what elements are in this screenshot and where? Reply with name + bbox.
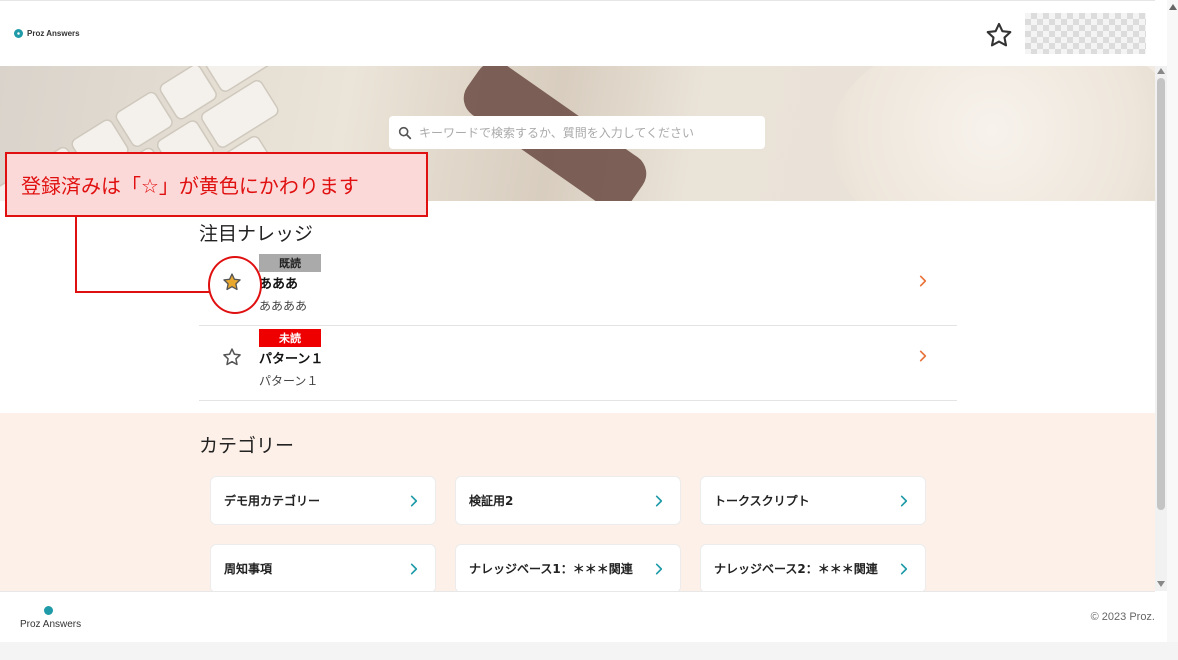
search-bar[interactable] — [389, 116, 765, 149]
category-label: デモ用カテゴリー — [224, 494, 321, 508]
chevron-right-icon — [655, 563, 663, 575]
category-card[interactable]: 検証用2 — [455, 476, 681, 525]
footer-logo-text: Proz Answers — [20, 619, 82, 630]
window-scrollbar[interactable] — [1167, 0, 1178, 660]
logo-text: Proz Answers — [27, 29, 80, 38]
knowledge-item-subtitle: パターン１ — [259, 374, 319, 388]
header-star-icon[interactable] — [985, 21, 1013, 49]
header: Proz Answers — [0, 0, 1155, 66]
read-badge: 既読 — [259, 254, 321, 272]
category-card[interactable]: ナレッジベース1：＊＊＊関連 — [455, 544, 681, 593]
chevron-right-icon — [410, 495, 418, 507]
chevron-right-icon[interactable] — [916, 274, 930, 288]
annotation-leader-line — [75, 217, 77, 293]
user-avatar[interactable] — [1025, 13, 1146, 54]
chevron-right-icon — [900, 495, 908, 507]
category-label: ナレッジベース2：＊＊＊関連 — [714, 562, 878, 576]
footer-logo-icon[interactable] — [44, 606, 53, 615]
hero-cup-shape — [830, 66, 1155, 201]
category-label: ナレッジベース1：＊＊＊関連 — [469, 562, 633, 576]
scroll-up-icon[interactable] — [1157, 68, 1165, 74]
search-input[interactable] — [419, 125, 749, 140]
chevron-right-icon[interactable] — [916, 349, 930, 363]
category-card[interactable]: ナレッジベース2：＊＊＊関連 — [700, 544, 926, 593]
search-icon[interactable] — [397, 125, 413, 141]
category-card[interactable]: デモ用カテゴリー — [210, 476, 436, 525]
knowledge-item-title: パターン１ — [259, 352, 324, 367]
logo-icon — [14, 29, 23, 38]
bottom-bar — [0, 642, 1178, 660]
chevron-right-icon — [655, 495, 663, 507]
category-label: トークスクリプト — [714, 494, 810, 508]
knowledge-item-title: あああ — [259, 277, 299, 292]
scrollbar-thumb[interactable] — [1157, 78, 1165, 510]
annotation-leader-line — [75, 291, 209, 293]
knowledge-section-title: 注目ナレッジ — [199, 223, 314, 245]
category-card[interactable]: トークスクリプト — [700, 476, 926, 525]
unread-badge: 未読 — [259, 329, 321, 347]
chevron-right-icon — [900, 563, 908, 575]
category-section: カテゴリー デモ用カテゴリー 検証用2 トークスクリプト 周知事項 ナレッジベー… — [0, 413, 1155, 593]
knowledge-item-subtitle: ああああ — [259, 299, 308, 313]
window-scroll-up-icon[interactable] — [1169, 4, 1177, 10]
annotation-circle — [208, 256, 262, 314]
category-card[interactable]: 周知事項 — [210, 544, 436, 593]
chevron-right-icon — [410, 563, 418, 575]
footer: Proz Answers © 2023 Proz. — [0, 591, 1155, 642]
star-outline-icon[interactable] — [222, 347, 242, 367]
scroll-down-icon[interactable] — [1157, 581, 1165, 587]
logo[interactable]: Proz Answers — [14, 29, 80, 38]
knowledge-item[interactable]: 既読 あああ ああああ — [199, 251, 957, 326]
category-section-title: カテゴリー — [199, 435, 295, 457]
annotation-callout: 登録済みは「☆」が黄色にかわります — [5, 152, 428, 217]
category-label: 検証用2 — [469, 494, 514, 508]
category-label: 周知事項 — [224, 562, 273, 576]
knowledge-item[interactable]: 未読 パターン１ パターン１ — [199, 326, 957, 401]
annotation-text: 登録済みは「☆」が黄色にかわります — [21, 174, 359, 198]
copyright: © 2023 Proz. — [1090, 611, 1155, 623]
